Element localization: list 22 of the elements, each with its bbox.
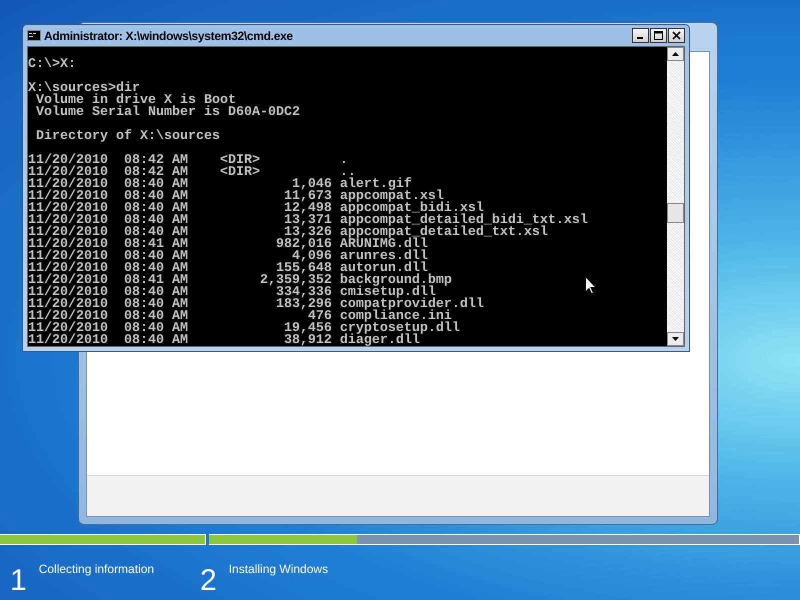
scroll-thumb[interactable]: [667, 203, 684, 223]
console-line: C:\>X:: [28, 59, 76, 71]
console-line: 11/20/2010 08:40 AM 38,912 diager.dll: [28, 335, 420, 346]
vertical-scrollbar[interactable]: [667, 47, 684, 346]
scroll-up-button[interactable]: [667, 47, 684, 61]
scroll-down-button[interactable]: [667, 332, 684, 346]
window-title: Administrator: X:\windows\system32\cmd.exe: [44, 28, 293, 42]
step-label: Collecting information: [38, 562, 154, 576]
console-line: Directory of X:\sources: [34, 131, 220, 143]
step-label: Installing Windows: [228, 562, 328, 576]
down-arrow-icon: [672, 337, 680, 341]
mouse-pointer-icon: [585, 276, 597, 295]
maximize-icon: [654, 31, 663, 40]
step-number: 2: [200, 566, 217, 596]
maximize-button[interactable]: [650, 28, 667, 43]
console-app-icon: [27, 30, 41, 41]
close-icon: [672, 31, 681, 40]
step-number: 1: [10, 566, 27, 596]
up-arrow-icon: [672, 52, 680, 56]
minimize-button[interactable]: [632, 28, 649, 43]
close-button[interactable]: [668, 28, 685, 43]
console-line: Volume Serial Number is D60A-0DC2: [34, 107, 300, 119]
